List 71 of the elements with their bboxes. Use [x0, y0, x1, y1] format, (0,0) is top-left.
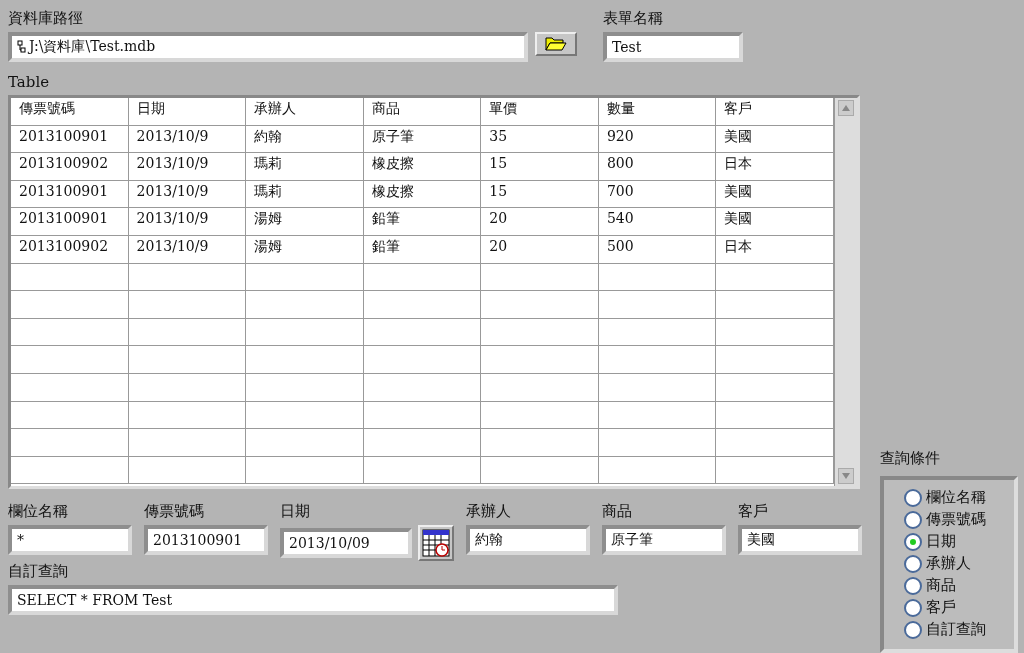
table-cell: 540: [598, 208, 717, 235]
table-cell: 2013/10/9: [128, 180, 247, 208]
path-field[interactable]: J:\資料庫\Test.mdb: [8, 32, 528, 62]
filter-field[interactable]: *: [8, 525, 132, 555]
radio-option[interactable]: 客戶: [904, 598, 1006, 617]
form-name-label: 表單名稱: [603, 8, 664, 28]
column-header: 日期: [128, 98, 247, 125]
table-cell: 700: [598, 180, 717, 208]
scroll-up-icon[interactable]: [838, 100, 854, 116]
radio-option[interactable]: 傳票號碼: [904, 510, 1006, 529]
radio-option[interactable]: 欄位名稱: [904, 488, 1006, 507]
path-icon: [17, 40, 26, 54]
table-cell: 鉛筆: [363, 208, 482, 235]
table-cell: 2013100902: [11, 153, 129, 180]
calendar-button[interactable]: [418, 525, 454, 561]
table-cell: 2013100901: [11, 208, 129, 235]
filter-field[interactable]: 原子筆: [602, 525, 726, 555]
filter-label: 客戶: [738, 501, 769, 521]
table-label: Table: [8, 72, 51, 92]
scroll-down-icon[interactable]: [838, 468, 854, 484]
browse-button[interactable]: [535, 32, 577, 56]
table-cell: 15: [481, 180, 599, 208]
radio-option[interactable]: 商品: [904, 576, 1006, 595]
column-header: 數量: [598, 98, 717, 125]
filter-label: 傳票號碼: [144, 501, 205, 521]
radio-option[interactable]: 承辦人: [904, 554, 1006, 573]
column-header: 單價: [481, 98, 599, 125]
table-cell: 20: [481, 235, 599, 263]
table-cell: 湯姆: [246, 208, 364, 235]
filter-label: 欄位名稱: [8, 501, 69, 521]
folder-icon: [545, 37, 567, 51]
query-condition-label: 查詢條件: [880, 448, 941, 468]
calendar-clock-icon: [421, 528, 451, 558]
column-header: 商品: [363, 98, 482, 125]
custom-query-field[interactable]: SELECT * FROM Test: [8, 585, 618, 615]
filter-label: 商品: [602, 501, 633, 521]
filter-field[interactable]: 美國: [738, 525, 862, 555]
custom-query-label: 自訂查詢: [8, 561, 69, 581]
column-header: 傳票號碼: [11, 98, 129, 125]
radio-option[interactable]: 日期: [904, 532, 1006, 551]
filter-field[interactable]: 2013/10/09: [280, 528, 412, 558]
table-cell: 湯姆: [246, 235, 364, 263]
table-cell: 原子筆: [363, 125, 482, 153]
table-cell: 瑪莉: [246, 180, 364, 208]
filter-label: 日期: [280, 501, 311, 521]
path-label: 資料庫路徑: [8, 8, 84, 28]
filter-field[interactable]: 2013100901: [144, 525, 268, 555]
table-cell: 2013100901: [11, 180, 129, 208]
table-cell: 500: [598, 235, 717, 263]
table-cell: 2013/10/9: [128, 208, 247, 235]
table-cell: 920: [598, 125, 717, 153]
table-cell: 橡皮擦: [363, 153, 482, 180]
table-cell: 2013/10/9: [128, 125, 247, 153]
table-cell: 15: [481, 153, 599, 180]
table-cell: 2013100902: [11, 235, 129, 263]
table-cell: 瑪莉: [246, 153, 364, 180]
radio-option[interactable]: 自訂查詢: [904, 620, 1006, 639]
table-cell: 2013/10/9: [128, 153, 247, 180]
table-cell: 2013100901: [11, 125, 129, 153]
scrollbar[interactable]: [834, 98, 857, 486]
table-cell: 20: [481, 208, 599, 235]
table-cell: 鉛筆: [363, 235, 482, 263]
form-name-field[interactable]: Test: [603, 32, 743, 62]
table-cell: 800: [598, 153, 717, 180]
filter-field[interactable]: 約翰: [466, 525, 590, 555]
table-cell: 橡皮擦: [363, 180, 482, 208]
filter-label: 承辦人: [466, 501, 512, 521]
table-cell: 約翰: [246, 125, 364, 153]
column-header: 承辦人: [246, 98, 364, 125]
table-cell: 35: [481, 125, 599, 153]
table-cell: 2013/10/9: [128, 235, 247, 263]
